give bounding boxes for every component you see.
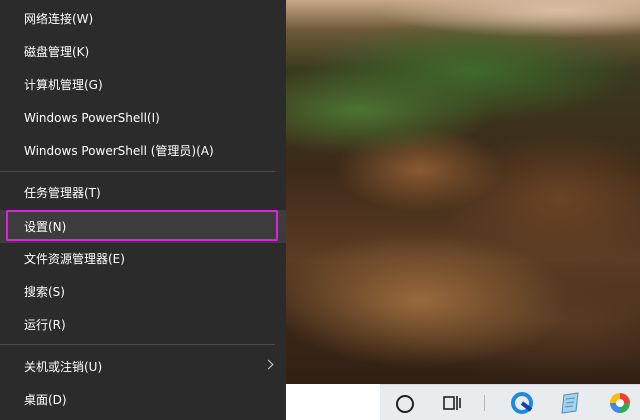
- menu-item-run[interactable]: 运行(R): [0, 308, 286, 341]
- menu-separator: [0, 171, 275, 172]
- menu-item-label: 桌面(D): [24, 393, 67, 407]
- menu-item-powershell[interactable]: Windows PowerShell(I): [0, 101, 286, 134]
- menu-item-network-connections[interactable]: 网络连接(W): [0, 2, 286, 35]
- menu-item-label: 计算机管理(G): [24, 78, 103, 92]
- menu-item-label: 运行(R): [24, 318, 66, 332]
- menu-item-settings[interactable]: 设置(N): [0, 210, 286, 243]
- menu-item-shutdown-signout[interactable]: 关机或注销(U): [0, 350, 286, 383]
- colorful-app-icon[interactable]: [608, 391, 632, 415]
- menu-item-label: 关机或注销(U): [24, 360, 103, 374]
- chevron-right-icon: [263, 359, 274, 370]
- menu-item-label: Windows PowerShell (管理员)(A): [24, 144, 214, 158]
- menu-item-label: 任务管理器(T): [24, 186, 101, 200]
- menu-item-desktop[interactable]: 桌面(D): [0, 383, 286, 416]
- menu-item-computer-management[interactable]: 计算机管理(G): [0, 68, 286, 101]
- cortana-circle-icon[interactable]: [396, 395, 414, 413]
- quick-link-menu: 网络连接(W) 磁盘管理(K) 计算机管理(G) Windows PowerSh…: [0, 0, 286, 420]
- browser-app-icon[interactable]: [510, 391, 534, 415]
- menu-separator: [0, 344, 275, 345]
- task-view-icon[interactable]: [440, 391, 464, 415]
- menu-item-label: 搜索(S): [24, 285, 65, 299]
- menu-item-label: 网络连接(W): [24, 12, 94, 26]
- taskbar: [380, 384, 640, 420]
- menu-item-label: 磁盘管理(K): [24, 45, 90, 59]
- menu-item-label: 设置(N): [24, 220, 67, 234]
- menu-item-search[interactable]: 搜索(S): [0, 275, 286, 308]
- menu-item-powershell-admin[interactable]: Windows PowerShell (管理员)(A): [0, 134, 286, 167]
- menu-item-disk-management[interactable]: 磁盘管理(K): [0, 35, 286, 68]
- notepad-app-icon[interactable]: [558, 391, 582, 415]
- menu-item-task-manager[interactable]: 任务管理器(T): [0, 176, 286, 209]
- desktop-screen: 网络连接(W) 磁盘管理(K) 计算机管理(G) Windows PowerSh…: [0, 0, 640, 420]
- menu-item-label: 文件资源管理器(E): [24, 252, 125, 266]
- taskbar-divider: [484, 395, 485, 411]
- taskbar-search-area[interactable]: [286, 384, 380, 420]
- menu-item-label: Windows PowerShell(I): [24, 110, 160, 125]
- menu-item-file-explorer[interactable]: 文件资源管理器(E): [0, 242, 286, 275]
